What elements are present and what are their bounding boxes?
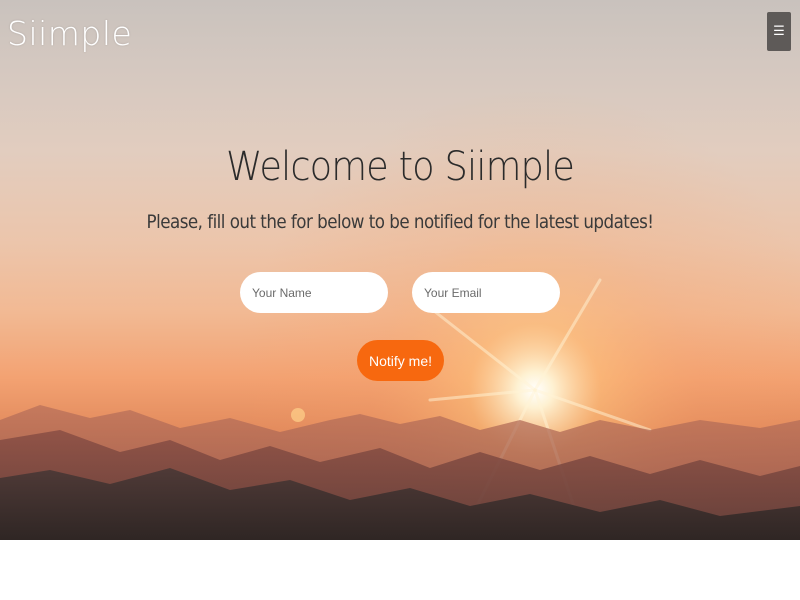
email-input[interactable] [412, 272, 560, 313]
name-input[interactable] [240, 272, 388, 313]
page-subtitle: Please, fill out the for below to be not… [146, 211, 654, 233]
sunset-background-image [0, 0, 800, 540]
page-content-area [0, 540, 800, 600]
page-title: Welcome to Siimple [226, 144, 575, 190]
hamburger-icon: ☰ [773, 24, 785, 39]
menu-button[interactable]: ☰ [767, 12, 791, 51]
hero-section: Siimple ☰ Welcome to Siimple Please, fil… [0, 0, 800, 540]
notify-button[interactable]: Notify me! [357, 340, 444, 381]
site-logo[interactable]: Siimple [7, 14, 132, 53]
